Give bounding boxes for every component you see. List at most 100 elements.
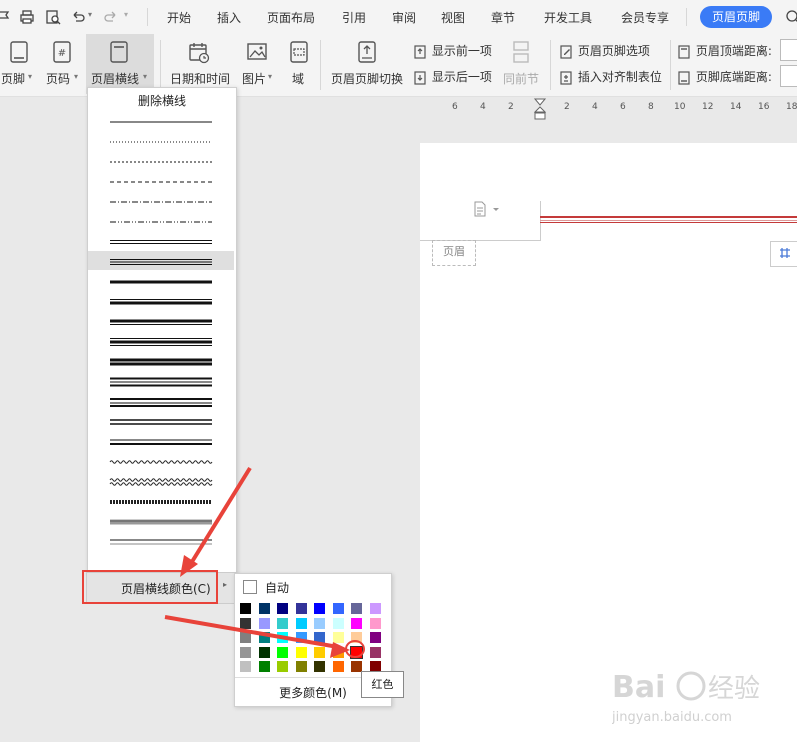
line-style-option-double-thin[interactable]: [110, 240, 212, 244]
line-style-option-thin-thick-thin[interactable]: [110, 338, 212, 346]
color-swatch[interactable]: [258, 632, 270, 643]
page-number-button[interactable]: # 页码 ▾: [42, 34, 82, 94]
redo-dropdown-icon[interactable]: ▾: [124, 10, 128, 19]
header-line-button[interactable]: 页眉横线 ▾: [86, 34, 154, 94]
same-as-previous-label: 同前节: [503, 72, 540, 86]
color-swatch[interactable]: [314, 632, 325, 643]
search-icon[interactable]: [785, 9, 797, 25]
header-footer-options-button[interactable]: 页眉页脚选项: [560, 42, 650, 59]
color-swatch[interactable]: [314, 617, 325, 629]
color-swatch[interactable]: [258, 646, 270, 658]
color-swatch[interactable]: [332, 617, 344, 629]
color-swatch[interactable]: [277, 646, 288, 658]
color-swatch[interactable]: [277, 632, 288, 643]
color-swatch[interactable]: [258, 617, 270, 629]
color-swatch[interactable]: [314, 661, 325, 672]
paragraph-format-icon[interactable]: [473, 201, 501, 217]
line-style-option-gradient-thin[interactable]: [110, 539, 212, 545]
print-icon[interactable]: [19, 9, 35, 25]
color-swatch[interactable]: [277, 661, 288, 672]
tab-developer[interactable]: 开发工具: [544, 9, 592, 26]
line-style-option-gradient[interactable]: [110, 519, 212, 525]
undo-icon[interactable]: [70, 9, 86, 25]
color-swatch[interactable]: [332, 603, 344, 614]
tab-header-footer[interactable]: 页眉页脚: [700, 6, 772, 28]
color-swatch[interactable]: [258, 661, 270, 672]
line-style-option-thin-medium[interactable]: [110, 439, 212, 445]
insert-tab-stop-button[interactable]: 插入对齐制表位: [560, 68, 662, 85]
color-swatch[interactable]: [369, 646, 381, 658]
color-swatch[interactable]: [277, 603, 288, 614]
line-style-option-double-wave[interactable]: [109, 478, 213, 486]
show-next-button[interactable]: 显示后一项: [414, 68, 492, 85]
date-time-button[interactable]: 日期和时间: [166, 34, 234, 94]
auto-color-checkbox[interactable]: [243, 580, 257, 594]
picture-button[interactable]: 图片 ▾: [238, 34, 280, 94]
color-swatch[interactable]: [369, 603, 381, 614]
flag-icon[interactable]: [0, 9, 12, 25]
line-style-option-wave[interactable]: [109, 460, 213, 464]
tab-references[interactable]: 引用: [342, 9, 366, 26]
line-style-option-thin-thick[interactable]: [110, 299, 212, 305]
color-swatch[interactable]: [332, 632, 344, 643]
color-swatch[interactable]: [295, 646, 307, 658]
line-style-option-triple[interactable]: [110, 377, 212, 387]
color-swatch[interactable]: [240, 632, 251, 643]
color-swatch[interactable]: [314, 646, 325, 658]
show-next-label: 显示后一项: [431, 70, 492, 84]
color-swatch[interactable]: [258, 603, 270, 614]
line-style-option-thick-double[interactable]: [110, 398, 212, 407]
color-swatch[interactable]: [369, 632, 381, 643]
svg-text:Bai: Bai: [612, 670, 665, 705]
color-swatch[interactable]: [240, 617, 251, 629]
field-button[interactable]: 域: [284, 34, 314, 94]
delete-line-option[interactable]: 删除横线: [88, 92, 236, 109]
line-style-option-double[interactable]: [110, 419, 212, 425]
header-top-distance-input[interactable]: [780, 39, 797, 61]
color-swatch[interactable]: [240, 661, 251, 672]
chevron-down-icon: ▾: [74, 72, 79, 81]
header-footer-switch-button[interactable]: 页眉页脚切换: [326, 34, 408, 94]
color-swatch[interactable]: [369, 617, 381, 629]
color-swatch[interactable]: [295, 617, 307, 629]
tab-page-layout[interactable]: 页面布局: [267, 9, 315, 26]
indent-marker-icon[interactable]: [534, 98, 546, 120]
line-style-option-triple-thin[interactable]: [110, 259, 212, 265]
color-swatch[interactable]: [314, 603, 325, 614]
print-preview-icon[interactable]: [45, 9, 61, 25]
footer-button[interactable]: 页脚 ▾: [0, 34, 38, 94]
tab-insert[interactable]: 插入: [217, 9, 241, 26]
picture-label: 图片: [242, 72, 267, 86]
color-swatch[interactable]: [332, 661, 344, 672]
color-swatch[interactable]: [295, 661, 307, 672]
color-swatch[interactable]: [332, 646, 344, 658]
undo-dropdown-icon[interactable]: ▾: [88, 10, 92, 19]
tab-view[interactable]: 视图: [441, 9, 465, 26]
footer-bottom-distance-input[interactable]: [780, 65, 797, 87]
color-swatch[interactable]: [351, 603, 362, 614]
color-swatch[interactable]: [295, 632, 307, 643]
footer-bottom-distance-label: 页脚底端距离:: [695, 70, 772, 84]
line-style-option-thick-thin[interactable]: [110, 319, 212, 325]
tab-member[interactable]: 会员专享: [621, 9, 669, 26]
tab-chapter[interactable]: 章节: [491, 9, 515, 26]
same-as-previous-button[interactable]: 同前节: [500, 34, 542, 94]
color-swatch[interactable]: [351, 617, 362, 629]
document-page[interactable]: 页眉: [420, 143, 797, 742]
color-swatch[interactable]: [277, 617, 288, 629]
tab-start[interactable]: 开始: [167, 9, 191, 26]
tab-review[interactable]: 审阅: [392, 9, 416, 26]
ruler-tick: 10: [674, 102, 686, 112]
color-swatch[interactable]: [351, 632, 362, 643]
color-swatch[interactable]: [240, 646, 251, 658]
redo-icon[interactable]: [103, 9, 119, 25]
color-swatch-selected[interactable]: [350, 645, 363, 659]
header-top-distance: 页眉顶端距离:: [678, 42, 772, 59]
horizontal-ruler[interactable]: 6 4 2 2 4 6 8 10 12 14 16 18: [420, 98, 797, 120]
show-prev-button[interactable]: 显示前一项: [414, 42, 492, 59]
color-swatch[interactable]: [240, 603, 251, 614]
color-swatch[interactable]: [295, 603, 307, 614]
line-style-option-thick-thick[interactable]: [110, 358, 212, 366]
line-style-list[interactable]: [108, 110, 214, 574]
insert-page-number-button[interactable]: [770, 241, 797, 267]
